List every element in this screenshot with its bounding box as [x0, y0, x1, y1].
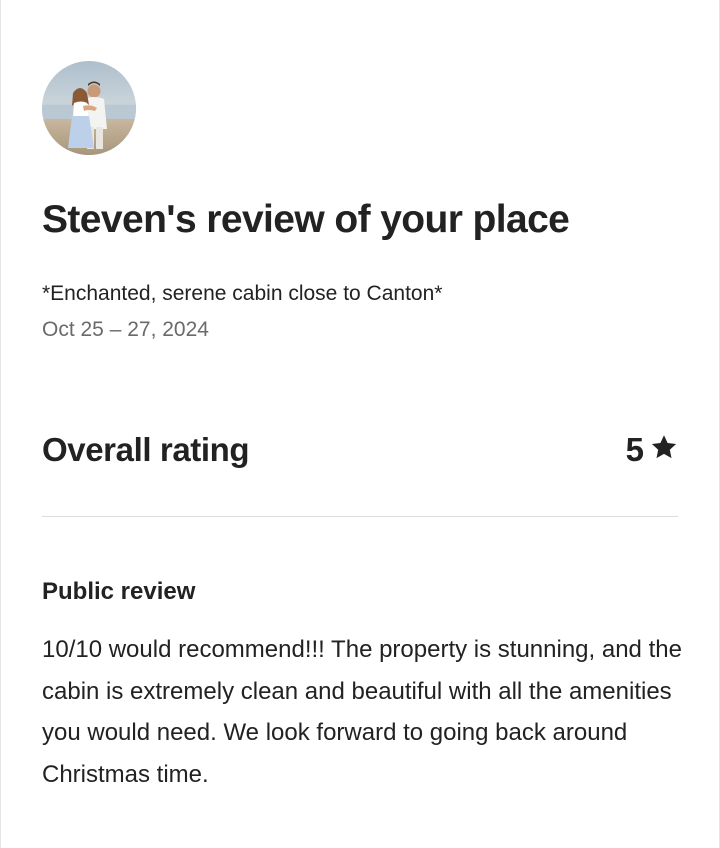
- divider: [42, 516, 678, 517]
- overall-rating-row: Overall rating 5: [42, 426, 678, 474]
- avatar-photo: [42, 61, 136, 155]
- frame-edge-left: [0, 0, 1, 848]
- stay-dates: Oct 25 – 27, 2024: [42, 318, 209, 341]
- listing-name: *Enchanted, serene cabin close to Canton…: [42, 282, 443, 305]
- overall-rating-value: 5: [626, 431, 678, 469]
- public-review-heading: Public review: [42, 578, 196, 605]
- public-review-text: 10/10 would recommend!!! The property is…: [42, 636, 682, 788]
- avatar[interactable]: [42, 61, 136, 155]
- overall-rating-label: Overall rating: [42, 431, 250, 468]
- star-icon: [650, 431, 678, 469]
- page-title: Steven's review of your place: [42, 198, 570, 241]
- rating-number: 5: [625, 431, 644, 468]
